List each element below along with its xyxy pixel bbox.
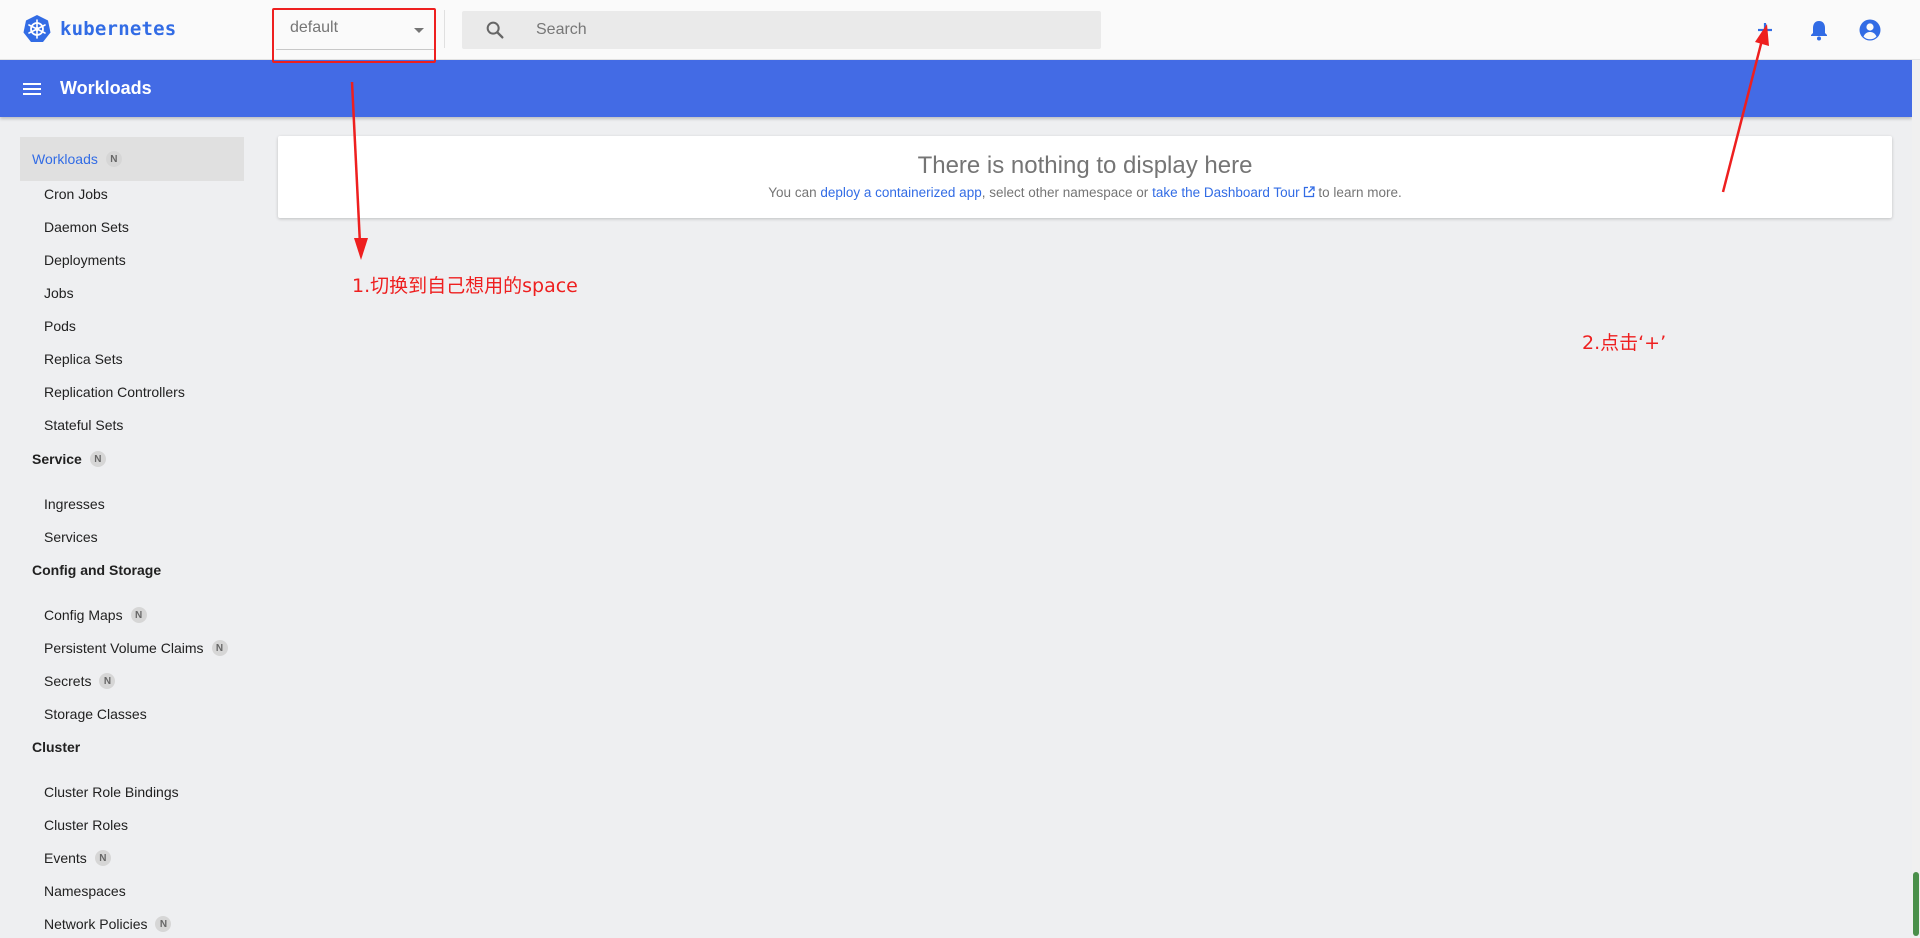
sidebar-item-pods[interactable]: Pods (44, 313, 76, 339)
scrollbar[interactable] (1912, 60, 1920, 938)
sidebar-item-stateful-sets[interactable]: Stateful Sets (44, 412, 123, 438)
search-input[interactable] (536, 11, 1076, 49)
namespaced-badge: N (211, 640, 228, 656)
scrollbar-thumb[interactable] (1913, 872, 1919, 936)
add-icon (1758, 23, 1772, 37)
sidebar-item-config-maps[interactable]: Config Maps N (44, 602, 147, 628)
sidebar-item-daemon-sets[interactable]: Daemon Sets (44, 214, 129, 240)
namespaced-badge: N (155, 916, 172, 932)
sidebar-item-deployments[interactable]: Deployments (44, 247, 126, 273)
account-button[interactable] (1857, 17, 1883, 43)
deploy-app-link[interactable]: deploy a containerized app (820, 185, 981, 200)
sidebar-item-ingresses[interactable]: Ingresses (44, 491, 105, 517)
sidebar-item-persistent-volume-claims[interactable]: Persistent Volume Claims N (44, 635, 228, 661)
sidebar-item-network-policies[interactable]: Network Policies N (44, 911, 172, 937)
brand[interactable]: kubernetes (22, 14, 176, 44)
sidebar-section-workloads[interactable]: Workloads N (20, 137, 244, 181)
sidebar-item-label: Cluster Role Bindings (44, 784, 179, 800)
empty-state-message: You can deploy a containerized app, sele… (278, 185, 1892, 200)
sidebar-section-cluster[interactable]: Cluster (20, 731, 244, 763)
sidebar: Workloads N Cron Jobs Daemon Sets Deploy… (0, 117, 260, 938)
page-title: Workloads (60, 78, 152, 98)
sidebar-item-cluster-roles[interactable]: Cluster Roles (44, 812, 128, 838)
sidebar-item-events[interactable]: Events N (44, 845, 111, 871)
sidebar-item-replica-sets[interactable]: Replica Sets (44, 346, 123, 372)
annotation-arrowhead-1 (354, 238, 368, 260)
menu-icon[interactable] (20, 77, 44, 101)
annotation-note-2: 2.点击‘+’ (1582, 332, 1667, 354)
sidebar-item-cluster-role-bindings[interactable]: Cluster Role Bindings (44, 779, 179, 805)
toolbar-divider (444, 10, 445, 48)
notifications-button[interactable] (1806, 17, 1832, 43)
open-in-new-icon (1303, 186, 1315, 198)
annotation-note-1: 1.切换到自己想用的space (352, 275, 578, 297)
sidebar-item-label: Network Policies (44, 916, 148, 932)
sidebar-section-label: Workloads (32, 151, 98, 167)
empty-state-title: There is nothing to display here (917, 152, 1253, 179)
sidebar-section-label: Config and Storage (32, 562, 162, 578)
namespaced-badge: N (94, 850, 111, 866)
search-icon (486, 21, 504, 39)
sidebar-item-replication-controllers[interactable]: Replication Controllers (44, 379, 185, 405)
empty-state-text: , select other namespace or (981, 185, 1153, 200)
create-button[interactable] (1752, 17, 1778, 43)
brand-name: kubernetes (60, 18, 177, 40)
title-bar: Workloads (0, 60, 1912, 117)
namespaced-badge: N (105, 151, 122, 167)
sidebar-item-label: Config Maps (44, 607, 123, 623)
empty-state-text: You can (768, 185, 821, 200)
sidebar-item-namespaces[interactable]: Namespaces (44, 878, 126, 904)
sidebar-item-services[interactable]: Services (44, 524, 98, 550)
sidebar-item-label: Secrets (44, 673, 92, 689)
sidebar-section-service[interactable]: Service N (20, 443, 244, 475)
sidebar-item-cron-jobs[interactable]: Cron Jobs (44, 181, 108, 207)
annotation-highlight-box (272, 8, 436, 63)
sidebar-item-label: Events (44, 850, 87, 866)
sidebar-item-label: Storage Classes (44, 706, 147, 722)
sidebar-item-label: Persistent Volume Claims (44, 640, 204, 656)
sidebar-section-label: Cluster (32, 739, 81, 755)
sidebar-item-label: Namespaces (44, 883, 126, 899)
sidebar-item-secrets[interactable]: Secrets N (44, 668, 116, 694)
sidebar-item-storage-classes[interactable]: Storage Classes (44, 701, 147, 727)
namespaced-badge: N (99, 673, 116, 689)
sidebar-item-label: Cluster Roles (44, 817, 129, 833)
sidebar-item-jobs[interactable]: Jobs (44, 280, 74, 306)
namespaced-badge: N (89, 451, 106, 467)
kubernetes-logo-icon (23, 15, 51, 42)
bell-icon (1811, 21, 1827, 41)
sidebar-section-config-and-storage[interactable]: Config and Storage (20, 554, 244, 586)
account-circle-icon (1859, 19, 1881, 41)
dashboard-tour-link[interactable]: take the Dashboard Tour (1152, 185, 1300, 200)
namespaced-badge: N (130, 607, 147, 623)
sidebar-section-label: Service (32, 451, 82, 467)
empty-state-card: There is nothing to display here You can… (278, 136, 1892, 218)
empty-state-text: to learn more. (1314, 185, 1402, 200)
search-box (462, 11, 1101, 49)
